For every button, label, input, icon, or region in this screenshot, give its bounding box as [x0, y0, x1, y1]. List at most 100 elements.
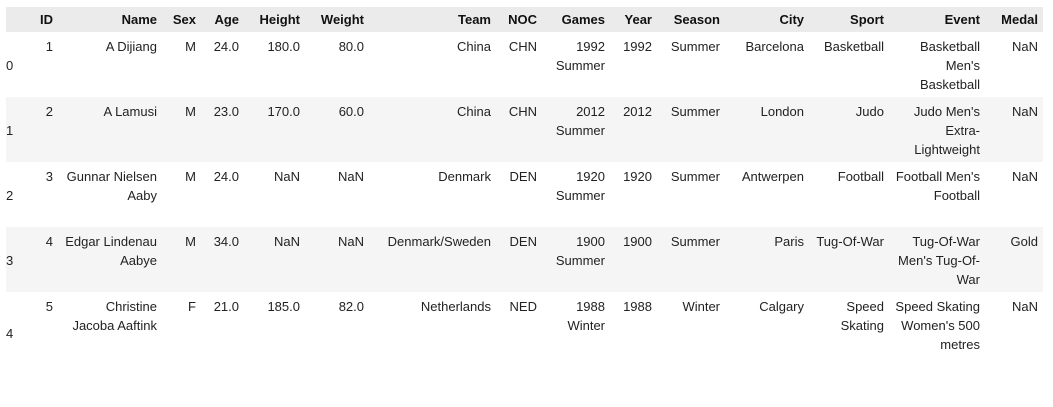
cell-sport: Football [837, 169, 884, 184]
column-header-games: Games [542, 7, 610, 32]
cell-games: 1920 Summer [555, 169, 605, 203]
cell-age: 21.0 [213, 299, 239, 314]
column-header-name: Name [58, 7, 162, 32]
cell-event: Football Men's Football [895, 169, 980, 203]
cell-event: Tug-Of-War Men's Tug-Of-War [898, 234, 980, 287]
cell-id: 2 [45, 104, 53, 119]
cell-event: Judo Men's Extra-Lightweight [913, 104, 980, 157]
cell-medal: NaN [1011, 169, 1038, 184]
header-row: ID Name Sex Age Height Weight Team NOC Games Year… [6, 7, 1043, 32]
cell-games: 1988 Winter [567, 299, 605, 333]
cell-age: 34.0 [213, 234, 239, 249]
column-header-year: Year [610, 7, 657, 32]
column-header-medal: Medal [985, 7, 1043, 32]
cell-team: Denmark/Sweden [387, 234, 491, 249]
cell-games: 2012 Summer [555, 104, 605, 138]
cell-sex: M [185, 169, 196, 184]
cell-name: A Dijiang [105, 39, 157, 54]
cell-city: Antwerpen [741, 169, 804, 184]
cell-age: 24.0 [213, 39, 239, 54]
cell-id: 5 [45, 299, 53, 314]
cell-medal: NaN [1011, 104, 1038, 119]
cell-height: 185.0 [267, 299, 300, 314]
cell-sex: M [185, 234, 196, 249]
column-header-age: Age [201, 7, 244, 32]
cell-sport: Speed Skating [840, 299, 884, 333]
cell-id: 4 [45, 234, 53, 249]
cell-year: 1920 [623, 169, 652, 184]
cell-event: Basketball Men's Basketball [920, 39, 980, 92]
cell-id: 3 [45, 169, 53, 184]
row-index: 0 [6, 58, 14, 73]
column-header-sport: Sport [809, 7, 889, 32]
cell-season: Summer [670, 234, 720, 249]
cell-city: London [760, 104, 804, 119]
cell-noc: DEN [509, 234, 537, 249]
cell-season: Summer [670, 39, 720, 54]
table-row: 2 3 Gunnar Nielsen Aaby M 24.0 NaN NaN Denmark D… [6, 162, 1043, 227]
column-header-index [6, 7, 30, 32]
cell-sex: F [188, 299, 196, 314]
cell-sport: Basketball [824, 39, 884, 54]
cell-sex: M [185, 39, 196, 54]
cell-id: 1 [45, 39, 53, 54]
column-header-season: Season [657, 7, 725, 32]
cell-sport: Judo [855, 104, 884, 119]
row-index: 2 [6, 188, 14, 203]
cell-season: Summer [670, 169, 720, 184]
column-header-event: Event [889, 7, 985, 32]
cell-sex: M [185, 104, 196, 119]
cell-noc: DEN [509, 169, 537, 184]
column-header-sex: Sex [162, 7, 201, 32]
cell-noc: CHN [508, 104, 537, 119]
cell-team: Netherlands [420, 299, 491, 314]
cell-weight: 80.0 [338, 39, 364, 54]
column-header-weight: Weight [305, 7, 369, 32]
cell-games: 1900 Summer [555, 234, 605, 268]
row-index: 4 [6, 325, 14, 341]
cell-medal: NaN [1011, 39, 1038, 54]
cell-height: 180.0 [267, 39, 300, 54]
cell-team: China [457, 104, 491, 119]
column-header-team: Team [369, 7, 496, 32]
column-header-id: ID [30, 7, 58, 32]
cell-name: Gunnar Nielsen Aaby [66, 169, 157, 203]
cell-year: 1992 [623, 39, 652, 54]
cell-name: Christine Jacoba Aaftink [72, 299, 157, 333]
cell-year: 2012 [623, 104, 652, 119]
cell-weight: 82.0 [338, 299, 364, 314]
row-index: 3 [6, 253, 14, 268]
column-header-noc: NOC [496, 7, 542, 32]
cell-city: Calgary [759, 299, 804, 314]
cell-age: 24.0 [213, 169, 239, 184]
cell-height: NaN [273, 169, 300, 184]
cell-year: 1900 [623, 234, 652, 249]
cell-noc: CHN [508, 39, 537, 54]
cell-games: 1992 Summer [555, 39, 605, 73]
row-index: 1 [6, 123, 14, 138]
table-row: 1 2 A Lamusi M 23.0 170.0 60.0 China CHN 2012 Sum… [6, 97, 1043, 162]
dataframe-table: ID Name Sex Age Height Weight Team NOC Games Year… [6, 7, 1043, 372]
cell-city: Barcelona [745, 39, 804, 54]
cell-year: 1988 [623, 299, 652, 314]
cell-name: Edgar Lindenau Aabye [65, 234, 157, 268]
cell-height: NaN [273, 234, 300, 249]
cell-age: 23.0 [213, 104, 239, 119]
cell-weight: NaN [337, 234, 364, 249]
cell-team: Denmark [438, 169, 491, 184]
cell-season: Summer [670, 104, 720, 119]
column-header-city: City [725, 7, 809, 32]
cell-city: Paris [774, 234, 804, 249]
table-row: 0 1 A Dijiang M 24.0 180.0 80.0 China CHN 1992 Su… [6, 32, 1043, 97]
table-row: 4 5 Christine Jacoba Aaftink F 21.0 185.0 82.0… [6, 292, 1043, 372]
cell-event: Speed Skating Women's 500 metres [895, 299, 980, 352]
cell-noc: NED [509, 299, 537, 314]
cell-medal: NaN [1011, 299, 1038, 314]
cell-team: China [457, 39, 491, 54]
column-header-height: Height [244, 7, 305, 32]
cell-weight: 60.0 [338, 104, 364, 119]
cell-sport: Tug-Of-War [816, 234, 884, 249]
cell-name: A Lamusi [103, 104, 157, 119]
cell-season: Winter [682, 299, 720, 314]
cell-weight: NaN [337, 169, 364, 184]
